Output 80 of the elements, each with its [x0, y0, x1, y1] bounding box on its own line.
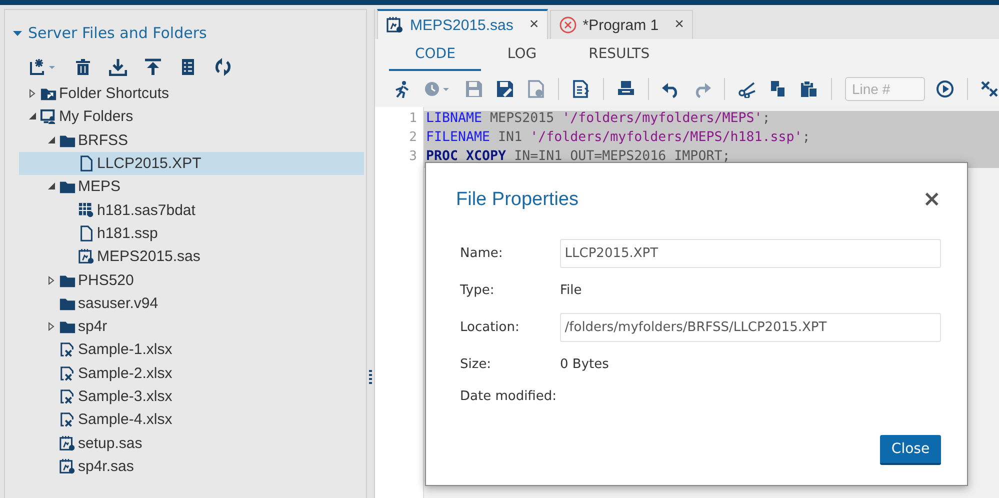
- collapse-arrow-icon[interactable]: [47, 182, 56, 192]
- program-file-icon: [386, 16, 404, 34]
- line-number: 2: [408, 130, 418, 147]
- spreadsheet-icon: [59, 411, 76, 428]
- close-tab-button[interactable]: ×: [529, 16, 539, 34]
- document-lines-icon[interactable]: [572, 80, 590, 98]
- tree-item[interactable]: Sample-3.xlsx: [78, 388, 172, 405]
- spreadsheet-icon: [59, 364, 76, 382]
- line-number: 3: [408, 149, 418, 166]
- tree-item[interactable]: h181.ssp: [97, 224, 158, 242]
- splitter-grip-icon[interactable]: [368, 370, 372, 384]
- editor-tab[interactable]: *Program 1 ×: [550, 10, 693, 39]
- input-field[interactable]: /folders/myfolders/BRFSS/LLCP2015.XPT: [560, 313, 941, 342]
- tree-item[interactable]: setup.sas: [78, 434, 142, 452]
- spreadsheet-icon: [59, 341, 76, 358]
- field-value: File: [560, 283, 582, 298]
- field-label: Size:: [460, 357, 492, 372]
- expand-arrow-icon[interactable]: [47, 276, 56, 285]
- program-file-icon: [59, 434, 76, 452]
- input-field[interactable]: LLCP2015.XPT: [560, 239, 941, 268]
- tree-item[interactable]: Sample-2.xlsx: [78, 364, 172, 382]
- view-tab[interactable]: LOG: [481, 39, 563, 71]
- collapse-arrow-icon[interactable]: [47, 136, 56, 145]
- printer-icon[interactable]: [617, 80, 635, 98]
- download-icon[interactable]: [109, 58, 127, 76]
- clear-icon[interactable]: [981, 80, 999, 98]
- tree-item[interactable]: PHS520: [78, 272, 134, 289]
- editor-tab[interactable]: MEPS2015.sas ×: [377, 9, 548, 39]
- tree-item[interactable]: Sample-4.xlsx: [78, 411, 172, 428]
- copy-icon[interactable]: [769, 80, 787, 98]
- line-number: 1: [408, 111, 418, 128]
- computer-icon: [40, 108, 57, 126]
- collapse-arrow-icon[interactable]: [28, 112, 37, 122]
- dialog-title: File Properties: [456, 189, 578, 211]
- tree-item[interactable]: BRFSS: [78, 132, 128, 149]
- line-number-field[interactable]: Line #: [845, 77, 925, 101]
- field-label: Name:: [460, 246, 504, 261]
- tab-label: MEPS2015.sas: [410, 16, 514, 34]
- field-label: Date modified:: [460, 388, 558, 404]
- error-icon: [558, 16, 577, 34]
- list-icon[interactable]: [179, 58, 197, 76]
- close-button[interactable]: ×: [922, 189, 941, 211]
- upload-icon[interactable]: [144, 58, 162, 76]
- expand-arrow-icon[interactable]: [28, 89, 37, 98]
- program-file-icon: [59, 458, 76, 475]
- document-icon: [78, 224, 95, 242]
- table-icon: [78, 202, 95, 219]
- refresh-icon[interactable]: [214, 58, 232, 76]
- tree-item[interactable]: sp4r.sas: [78, 458, 134, 475]
- field-value: 0 Bytes: [560, 357, 609, 372]
- tree-item[interactable]: sasuser.v94: [78, 294, 158, 312]
- field-label: Location:: [460, 320, 520, 335]
- tree-item[interactable]: Sample-1.xlsx: [78, 341, 172, 358]
- tree-item[interactable]: sp4r: [78, 318, 108, 336]
- close-button[interactable]: Close: [880, 435, 941, 465]
- tree-item[interactable]: My Folders: [59, 108, 134, 126]
- close-tab-button[interactable]: ×: [674, 16, 684, 34]
- tree-item[interactable]: h181.sas7bdat: [97, 202, 196, 219]
- view-tab[interactable]: RESULTS: [562, 39, 676, 71]
- panel-title[interactable]: Server Files and Folders: [28, 24, 207, 42]
- document-icon: [78, 155, 95, 172]
- new-item-icon[interactable]: [29, 58, 57, 76]
- tab-label: *Program 1: [582, 16, 659, 34]
- collapse-arrow-icon[interactable]: [13, 28, 22, 38]
- spreadsheet-icon: [59, 388, 76, 405]
- field-label: Type:: [460, 283, 496, 298]
- go-icon[interactable]: [936, 80, 954, 98]
- tree-item[interactable]: MEPS2015.sas: [97, 248, 200, 266]
- scissors-icon[interactable]: [738, 80, 756, 98]
- tree-item[interactable]: MEPS: [78, 178, 121, 196]
- undo-arrow-icon[interactable]: [662, 80, 680, 98]
- selected-tree-row[interactable]: LLCP2015.XPT: [19, 152, 364, 176]
- tree-item[interactable]: LLCP2015.XPT: [97, 155, 202, 172]
- tree-item[interactable]: Folder Shortcuts: [59, 85, 170, 102]
- expand-arrow-icon[interactable]: [47, 322, 56, 332]
- trash-icon[interactable]: [74, 58, 92, 76]
- clipboard-icon[interactable]: [800, 80, 818, 98]
- program-file-icon: [78, 248, 95, 266]
- floppy-disk-pencil-icon[interactable]: [496, 80, 514, 98]
- running-figure-icon[interactable]: [393, 80, 411, 98]
